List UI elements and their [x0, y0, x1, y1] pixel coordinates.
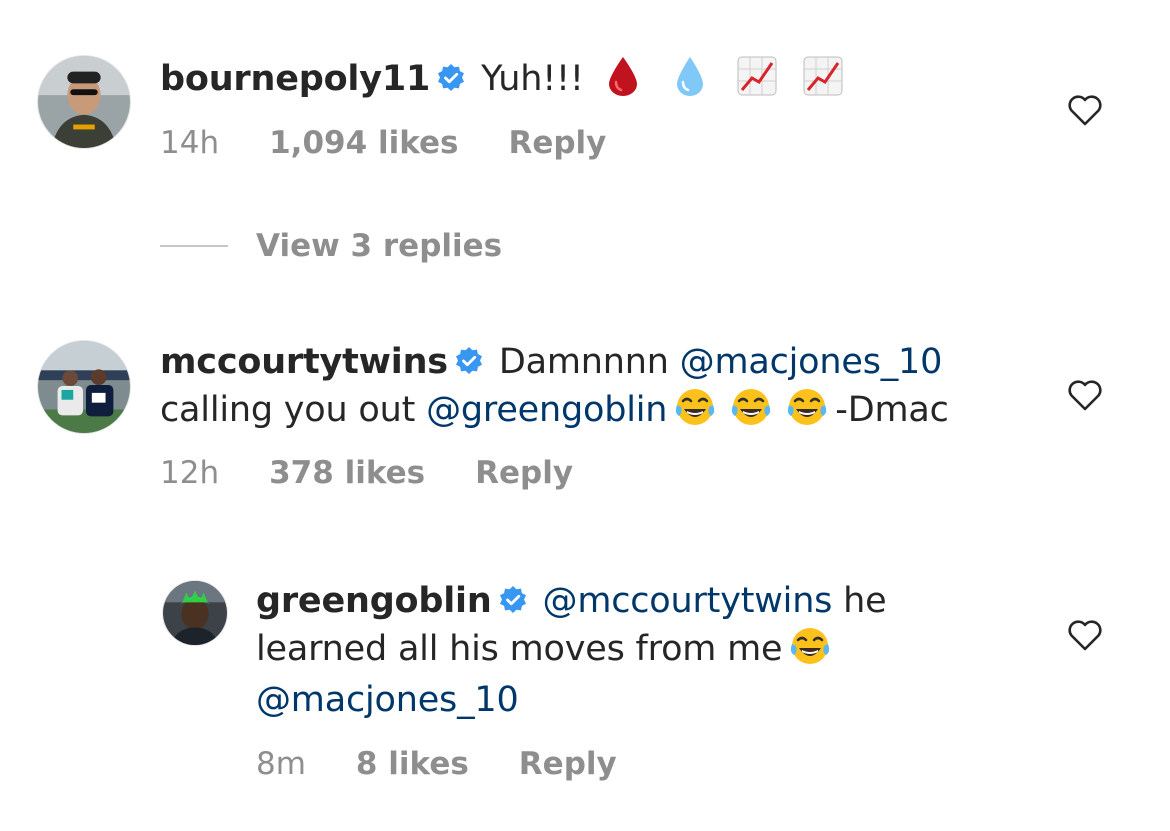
username[interactable]: greengoblin — [256, 581, 492, 621]
drop-of-blood-icon — [601, 54, 645, 98]
heart-icon[interactable] — [1066, 91, 1104, 129]
heart-icon[interactable] — [1066, 376, 1104, 414]
divider-line — [160, 245, 228, 247]
timestamp: 14h — [160, 125, 220, 161]
heart-icon[interactable] — [1066, 616, 1104, 654]
username[interactable]: mccourtytwins — [160, 342, 448, 382]
comment-text: Yuh!!! — [481, 59, 584, 99]
view-replies-button[interactable]: View 3 replies — [160, 228, 502, 264]
avatar[interactable] — [37, 340, 131, 434]
reply-button[interactable]: Reply — [519, 744, 617, 784]
comment-text: Damnnnn — [498, 342, 669, 382]
reply-button[interactable]: Reply — [475, 453, 573, 493]
comment-text: learned all his moves from me — [256, 629, 783, 669]
droplet-icon — [668, 54, 712, 98]
likes-count[interactable]: 1,094 likes — [269, 123, 458, 163]
avatar[interactable] — [37, 55, 131, 149]
face-with-tears-of-joy-icon — [673, 385, 717, 429]
likes-count[interactable]: 378 likes — [269, 453, 425, 493]
chart-increasing-icon — [801, 54, 845, 98]
mention-link[interactable]: @macjones_10 — [256, 680, 519, 720]
mention-link[interactable]: @mccourtytwins — [543, 581, 833, 621]
mention-link[interactable]: @greengoblin — [426, 390, 667, 430]
face-with-tears-of-joy-icon — [785, 385, 829, 429]
comment-text: -Dmac — [835, 390, 949, 430]
face-with-tears-of-joy-icon — [788, 624, 832, 668]
username[interactable]: bournepoly11 — [160, 59, 430, 99]
view-replies-label: View 3 replies — [256, 228, 503, 264]
verified-badge-icon — [454, 346, 484, 376]
reply-button[interactable]: Reply — [508, 123, 606, 163]
verified-badge-icon — [498, 585, 528, 615]
timestamp: 12h — [160, 455, 220, 491]
mention-link[interactable]: @macjones_10 — [680, 342, 943, 382]
timestamp: 8m — [256, 746, 306, 782]
comment-text: he — [843, 581, 887, 621]
likes-count[interactable]: 8 likes — [356, 744, 469, 784]
face-with-tears-of-joy-icon — [729, 385, 773, 429]
avatar[interactable] — [162, 580, 228, 646]
chart-increasing-icon — [735, 54, 779, 98]
verified-badge-icon — [436, 63, 466, 93]
comment-text: calling you out — [160, 390, 416, 430]
